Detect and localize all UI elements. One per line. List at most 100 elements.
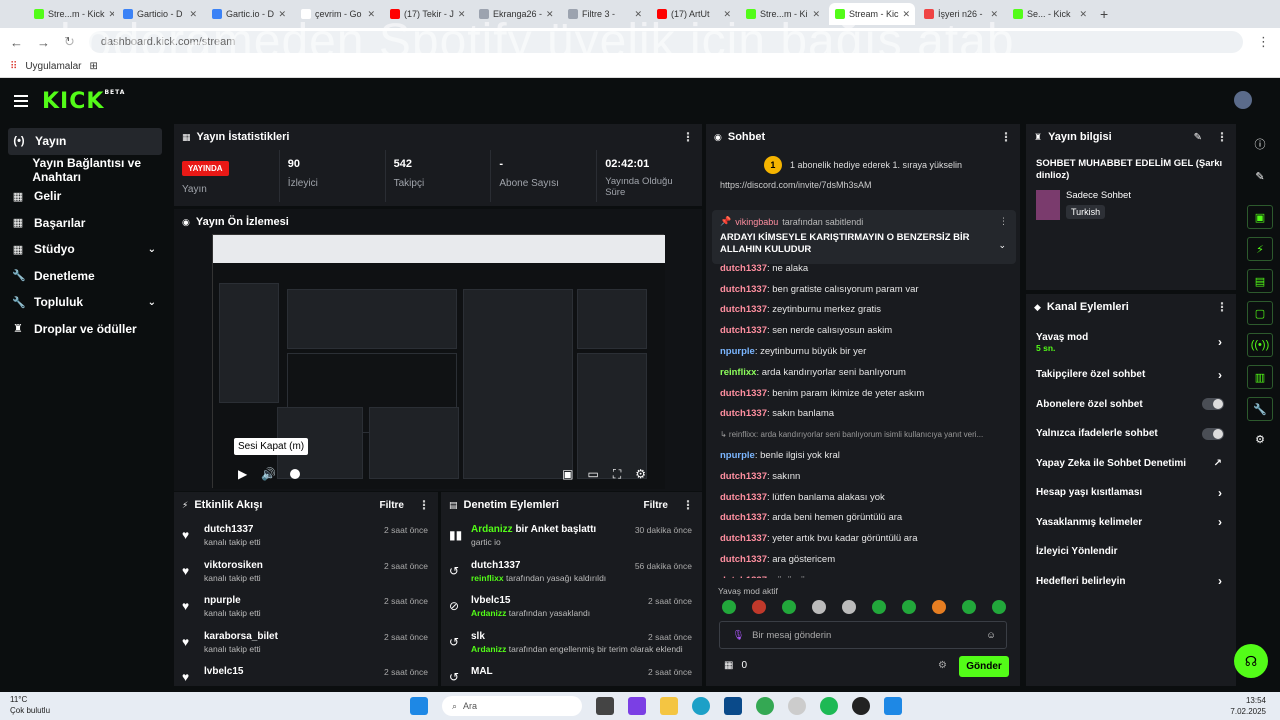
chevron-right-icon[interactable]: › [1218, 335, 1222, 349]
support-icon[interactable]: ☊ [1234, 644, 1268, 678]
volume-slider[interactable] [290, 469, 301, 479]
volume-icon[interactable]: 🔊 [261, 467, 276, 481]
gift-banner[interactable]: 1 1 abonelik hediye ederek 1. sıraya yük… [706, 150, 1020, 180]
chat-message[interactable]: dutch1337: lütfen banlama alakası yok [706, 487, 1020, 508]
edit-icon[interactable]: ✎ [1240, 170, 1280, 183]
category-name[interactable]: Sadece Sohbet [1066, 190, 1131, 201]
channel-action-item[interactable]: Abonelere özel sohbet [1026, 390, 1236, 420]
app-icon[interactable] [724, 697, 742, 715]
sidebar-item[interactable]: (•) Yayın [8, 128, 162, 155]
browser-tab[interactable]: Garticio - D ✕ [117, 3, 203, 25]
close-icon[interactable]: ✕ [367, 9, 375, 20]
chat-message[interactable]: npurple: zeytinburnu büyük bir yer [706, 341, 1020, 362]
more-icon[interactable]: ⋮ [418, 498, 430, 512]
sidebar-item[interactable]: ▦ Gelir [0, 183, 170, 210]
grid-icon[interactable]: ⊞ [89, 61, 97, 72]
more-icon[interactable]: ⋮ [1216, 300, 1228, 314]
chat-message[interactable]: dutch1337: yüzümü [706, 570, 1020, 578]
browser-tab[interactable]: Stre...m - Kick ✕ [28, 3, 114, 25]
edit-icon[interactable]: ✎ [1194, 132, 1202, 143]
chat-message[interactable]: ↳ reinflixx: arda kandırıyorlar seni ban… [706, 424, 1020, 445]
emote-icon[interactable] [752, 600, 766, 614]
reload-icon[interactable]: ↻ [64, 34, 75, 50]
sidebar-item[interactable]: Yayın Bağlantısı ve Anahtarı [0, 156, 170, 184]
chat-message[interactable]: dutch1337: sen nerde calısıyosun askim [706, 320, 1020, 341]
new-tab-icon[interactable]: + [1100, 6, 1108, 22]
emote-icon[interactable] [782, 600, 796, 614]
item-actor[interactable]: Ardanizz [471, 524, 513, 535]
list-item[interactable]: ♥ lvbelc15 2 saat önce [174, 660, 438, 696]
chat-username[interactable]: reinflixx [720, 367, 756, 378]
close-icon[interactable]: ✕ [546, 9, 554, 20]
kick-logo[interactable]: KICKBETA [42, 89, 125, 114]
emote-icon[interactable] [962, 600, 976, 614]
external-link-icon[interactable]: ↗ [1214, 458, 1222, 469]
browser-tab[interactable]: Stre...m - Ki ✕ [740, 3, 826, 25]
theater-icon[interactable]: ▭ [587, 467, 598, 482]
close-icon[interactable]: ✕ [109, 9, 114, 20]
item-sub-actor[interactable]: Ardanizz [471, 608, 506, 618]
channel-action-item[interactable]: Yapay Zeka ile Sohbet Denetimi ↗ [1026, 449, 1236, 479]
browser-tab[interactable]: (17) Tekir - J ✕ [384, 3, 470, 25]
chrome-icon[interactable] [756, 697, 774, 715]
chat-message[interactable]: npurple: benle ilgisi yok kral [706, 445, 1020, 466]
item-sub-actor[interactable]: reinflixx [471, 573, 504, 583]
clock[interactable]: 13:54 7.02.2025 [1230, 695, 1266, 717]
chat-username[interactable]: dutch1337 [720, 263, 767, 274]
browser-tab[interactable]: İşyeri n26 - ✕ [918, 3, 1004, 25]
menu-icon[interactable]: ⋮ [1257, 34, 1270, 50]
channel-action-item[interactable]: Yavaş mod 5 sn. › [1026, 324, 1236, 360]
chat-username[interactable]: dutch1337 [720, 512, 767, 523]
chat-message[interactable]: dutch1337: zeytinburnu merkez gratis [706, 300, 1020, 321]
chat-message[interactable]: dutch1337: sakınn [706, 466, 1020, 487]
browser-tab[interactable]: çevrim - Go ✕ [295, 3, 381, 25]
wrench-icon[interactable]: 🔧 [1247, 397, 1273, 421]
weather-widget[interactable]: 11°C Çok bulutlu [10, 694, 50, 716]
list-item[interactable]: ♥ karaborsa_bilet kanalı takip etti 2 saat … [174, 625, 438, 661]
chat-username[interactable]: dutch1337 [720, 533, 767, 544]
app-icon[interactable] [884, 697, 902, 715]
chat-username[interactable]: dutch1337 [720, 304, 767, 315]
more-icon[interactable]: ⋮ [1000, 130, 1012, 144]
browser-tab[interactable]: Stream - Kic ✕ [829, 3, 915, 25]
channel-action-item[interactable]: Hedefleri belirleyin › [1026, 567, 1236, 597]
pin-icon[interactable]: ⋮ [999, 216, 1008, 227]
chat-message[interactable]: reinflixx: arda kandırıyorlar seni banlı… [706, 362, 1020, 383]
list-icon[interactable]: ▤ [1247, 269, 1273, 293]
toggle-switch[interactable] [1202, 427, 1224, 440]
moderation-filter-button[interactable]: Filtre [644, 500, 668, 511]
chat-settings-icon[interactable]: ⚙ [938, 660, 947, 671]
chat-username[interactable]: npurple [720, 450, 755, 461]
url-input[interactable]: dashboard.kick.com/stream [88, 31, 1243, 53]
task-view-icon[interactable] [596, 697, 614, 715]
category-thumbnail[interactable] [1036, 190, 1060, 220]
channel-action-item[interactable]: Yasaklanmış kelimeler › [1026, 508, 1236, 538]
forward-icon[interactable]: → [37, 35, 50, 50]
channel-action-item[interactable]: Takipçilere özel sohbet › [1026, 360, 1236, 390]
chat-message[interactable]: dutch1337: ne alaka [706, 258, 1020, 279]
sidebar-item[interactable]: ▦ Stüdyo ⌄ [0, 236, 170, 263]
close-icon[interactable]: ✕ [903, 9, 911, 20]
pinned-message[interactable]: 📌 vikingbabu tarafından sabitlendi ⋮ ARDAYI… [712, 210, 1016, 264]
close-icon[interactable]: ✕ [1079, 9, 1087, 20]
browser-tab[interactable]: Ekranga26 - ✕ [473, 3, 559, 25]
emote-icon[interactable] [722, 600, 736, 614]
list-item[interactable]: ♥ npurple kanalı takip etti 2 saat önce [174, 589, 438, 625]
play-icon[interactable]: ▶ [238, 467, 247, 481]
app-icon[interactable] [788, 697, 806, 715]
apps-icon[interactable]: ⠿ [10, 61, 17, 72]
chat-message[interactable]: dutch1337: benim param ikimize de yeter … [706, 383, 1020, 404]
chevron-right-icon[interactable]: › [1218, 574, 1222, 588]
mic-icon[interactable]: 🎙 [732, 630, 744, 641]
emote-icon[interactable] [812, 600, 826, 614]
toggle-switch[interactable] [1202, 398, 1224, 411]
list-item[interactable]: ♥ viktorosiken kanalı takip etti 2 saat önc… [174, 554, 438, 590]
emote-icon[interactable] [932, 600, 946, 614]
sidebar-item[interactable]: 🔧 Denetleme [0, 263, 170, 290]
chat-username[interactable]: dutch1337 [720, 492, 767, 503]
chat-username[interactable]: dutch1337 [720, 575, 767, 578]
close-icon[interactable]: ✕ [812, 9, 820, 20]
chat-input[interactable]: 🎙 Bir mesaj gönderin ☺ [719, 621, 1007, 649]
item-sub-actor[interactable]: Ardanizz [471, 644, 506, 654]
chat-bubble-icon[interactable]: ▢ [1247, 301, 1273, 325]
